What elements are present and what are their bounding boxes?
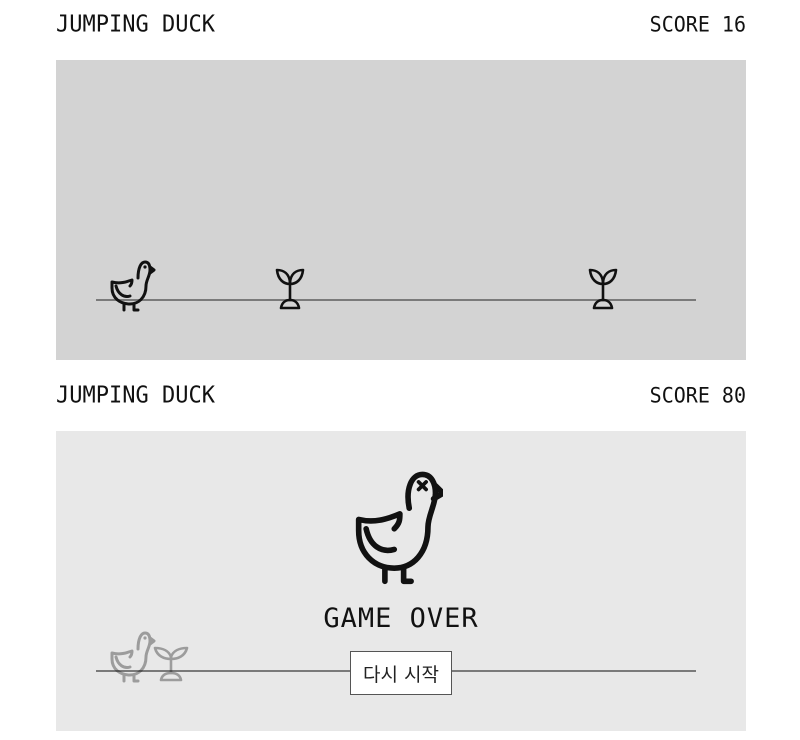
game-header-active: JUMPING DUCK SCORE 16 [56,11,746,42]
duck-icon [110,260,156,312]
restart-button[interactable]: 다시 시작 [350,651,452,695]
sprout-obstacle-icon [153,646,189,682]
sprout-obstacle-icon [588,268,618,310]
sprout-obstacle-icon [275,268,305,310]
game-over-canvas: GAME OVER 다시 시작 [56,431,746,731]
duck-icon [110,631,156,683]
game-header-over: JUMPING DUCK SCORE 80 [56,382,746,413]
game-canvas[interactable] [56,60,746,360]
game-title: JUMPING DUCK [56,11,215,38]
game-title: JUMPING DUCK [56,382,215,409]
score-display: SCORE 16 [649,11,746,37]
dead-duck-icon [355,471,443,585]
game-over-text: GAME OVER [323,603,479,634]
score-display: SCORE 80 [649,382,746,408]
